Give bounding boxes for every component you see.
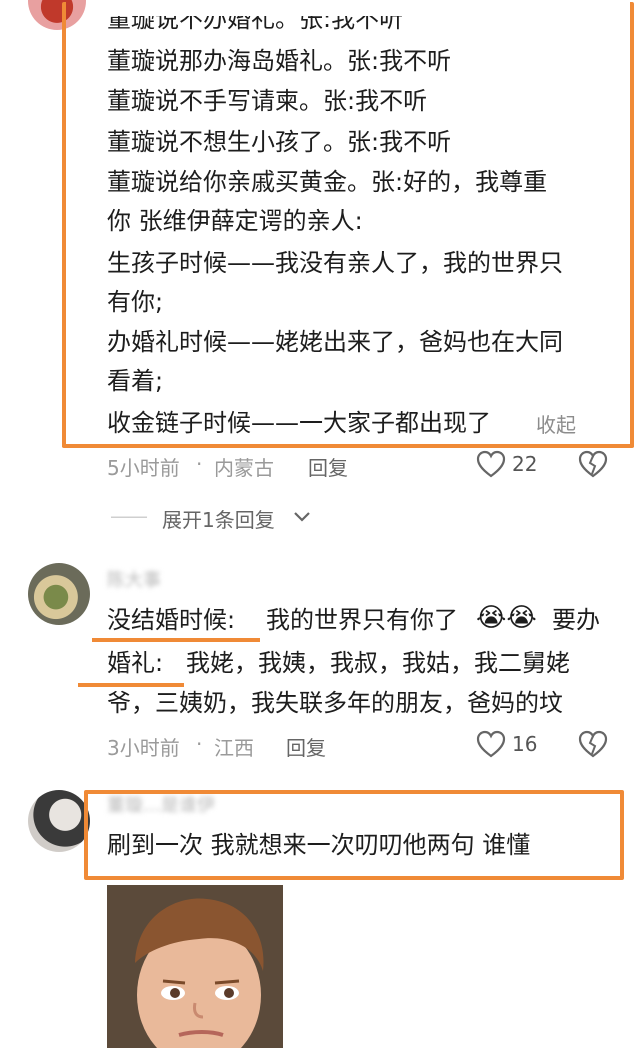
crying-emoji: 😭😭 (476, 603, 537, 633)
heart-icon[interactable] (476, 450, 506, 478)
avatar-comment3[interactable] (28, 790, 90, 852)
broken-heart-icon[interactable] (578, 450, 608, 478)
comment2-like-count: 16 (512, 732, 538, 756)
comment1-location: 内蒙古 (214, 456, 274, 480)
comment1-time: 5小时前 (107, 456, 180, 480)
comment2-time: 3小时前 (107, 736, 180, 760)
comment2-location: 江西 (214, 736, 254, 760)
comment1-line-5: 董璇说给你亲戚买黄金。张:好的，我尊重 (107, 168, 548, 196)
comment2-line1-rest: 我的世界只有你了 (266, 606, 458, 634)
avatar-comment2[interactable] (28, 563, 90, 625)
comment2-line1-suffix: 要办 (552, 606, 600, 634)
comment2-dot: · (196, 732, 203, 756)
comment1-line-8: 有你; (107, 288, 164, 316)
comment1-dot: · (196, 452, 203, 476)
comment1-reply-button[interactable]: 回复 (308, 452, 348, 481)
broken-heart-icon[interactable] (578, 730, 608, 758)
comment2-line3: 爷，三姨奶，我失联多年的朋友，爸妈的坟 (107, 689, 563, 717)
comment1-line-7: 生孩子时候——我没有亲人了，我的世界只 (107, 249, 563, 277)
boy-face-image (107, 885, 283, 1048)
heart-icon[interactable] (476, 730, 506, 758)
expand-replies-button[interactable]: 展开1条回复 (162, 504, 275, 533)
comment2-username[interactable]: 陈大事 (107, 566, 161, 592)
chevron-down-icon[interactable] (292, 510, 312, 524)
underline-2 (78, 683, 184, 687)
expand-replies-dash: —— (110, 504, 148, 528)
comment1-like-count: 22 (512, 452, 538, 476)
comment2-line2-rest: 我姥，我姨，我叔，我姑，我二舅姥 (186, 649, 570, 677)
comment1-line-3: 董璇说不手写请柬。张:我不听 (107, 87, 428, 115)
comment2-reply-button[interactable]: 回复 (286, 732, 326, 761)
comment1-line-9: 办婚礼时候——姥姥出来了，爸妈也在大同 (107, 328, 563, 356)
meme-image[interactable] (107, 885, 283, 1048)
collapse-link[interactable]: 收起 (536, 410, 576, 440)
comment2-line1-prefix: 没结婚时候: (107, 606, 236, 634)
underline-1 (92, 638, 260, 642)
comment3-text: 刷到一次 我就想来一次叨叨他两句 谁懂 (107, 831, 531, 859)
comment1-line-2: 董璇说那办海岛婚礼。张:我不听 (107, 47, 452, 75)
comment2-line2-prefix: 婚礼: (107, 649, 164, 677)
comment1-line-6: 你 张维伊薛定谔的亲人: (107, 207, 363, 235)
comment1-line-10: 看着; (107, 367, 164, 395)
comment1-line-11: 收金链子时候——一大家子都出现了 (107, 409, 491, 437)
comment1-line-4: 董璇说不想生小孩了。张:我不听 (107, 128, 452, 156)
